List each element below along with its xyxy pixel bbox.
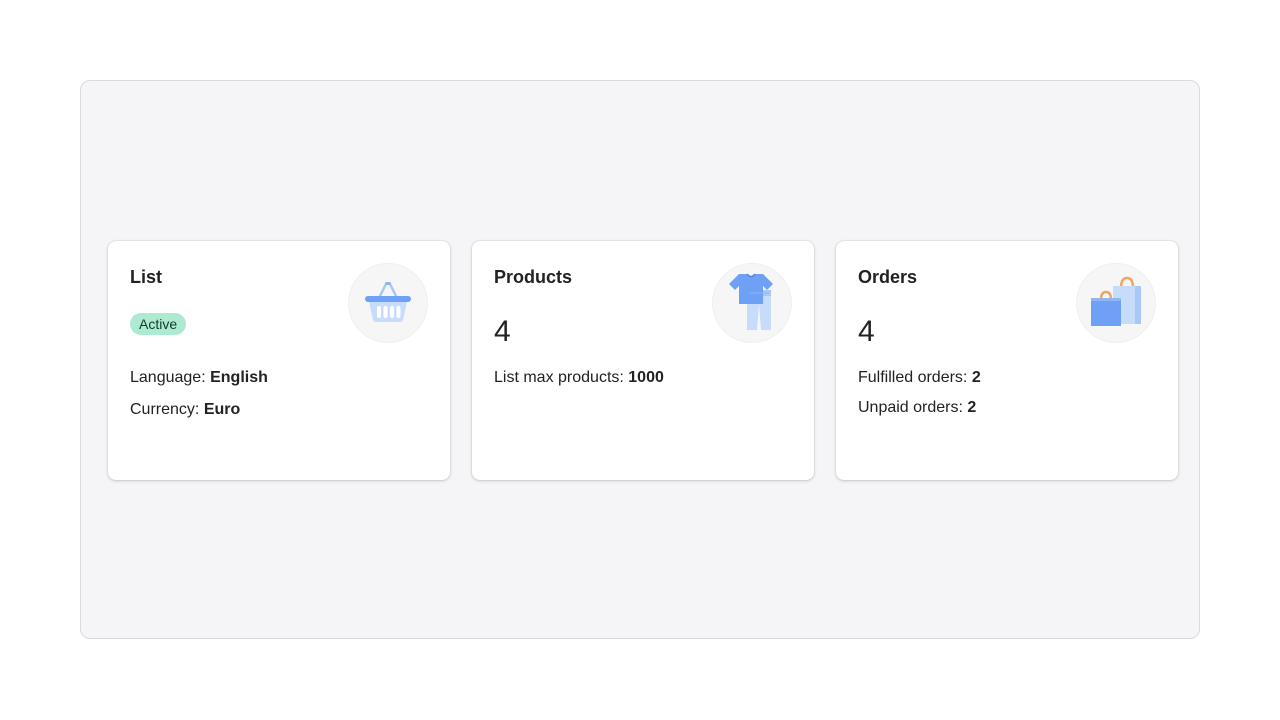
unpaid-orders-value: 2 xyxy=(967,399,977,416)
list-card-title: List xyxy=(130,267,163,287)
products-card[interactable]: Products 4 List max products: 1000 xyxy=(472,241,814,480)
unpaid-orders-row: Unpaid orders: 2 xyxy=(858,399,976,417)
fulfilled-orders-label: Fulfilled orders: xyxy=(858,369,968,386)
language-label: Language: xyxy=(130,369,206,386)
currency-row: Currency: Euro xyxy=(130,401,240,419)
products-count: 4 xyxy=(494,315,511,348)
unpaid-orders-label: Unpaid orders: xyxy=(858,399,963,416)
list-card[interactable]: List Active Language: English Currency: … xyxy=(108,241,450,480)
basket-icon xyxy=(348,263,428,343)
max-products-value: 1000 xyxy=(628,369,664,386)
clothing-icon xyxy=(712,263,792,343)
fulfilled-orders-value: 2 xyxy=(971,369,981,386)
language-value: English xyxy=(210,369,268,386)
products-card-title: Products xyxy=(494,267,573,287)
orders-card[interactable]: Orders 4 Fulfilled orders: 2 Unpaid orde… xyxy=(836,241,1178,480)
shopping-bags-icon xyxy=(1076,263,1156,343)
orders-card-title: Orders xyxy=(858,267,918,287)
orders-count: 4 xyxy=(858,315,875,348)
status-badge: Active xyxy=(130,313,187,335)
max-products-row: List max products: 1000 xyxy=(494,369,664,387)
currency-label: Currency: xyxy=(130,401,200,418)
currency-value: Euro xyxy=(203,401,241,418)
fulfilled-orders-row: Fulfilled orders: 2 xyxy=(858,369,981,387)
language-row: Language: English xyxy=(130,369,268,387)
max-products-label: List max products: xyxy=(494,369,624,386)
dashboard-panel: List Active Language: English Currency: … xyxy=(80,80,1200,639)
